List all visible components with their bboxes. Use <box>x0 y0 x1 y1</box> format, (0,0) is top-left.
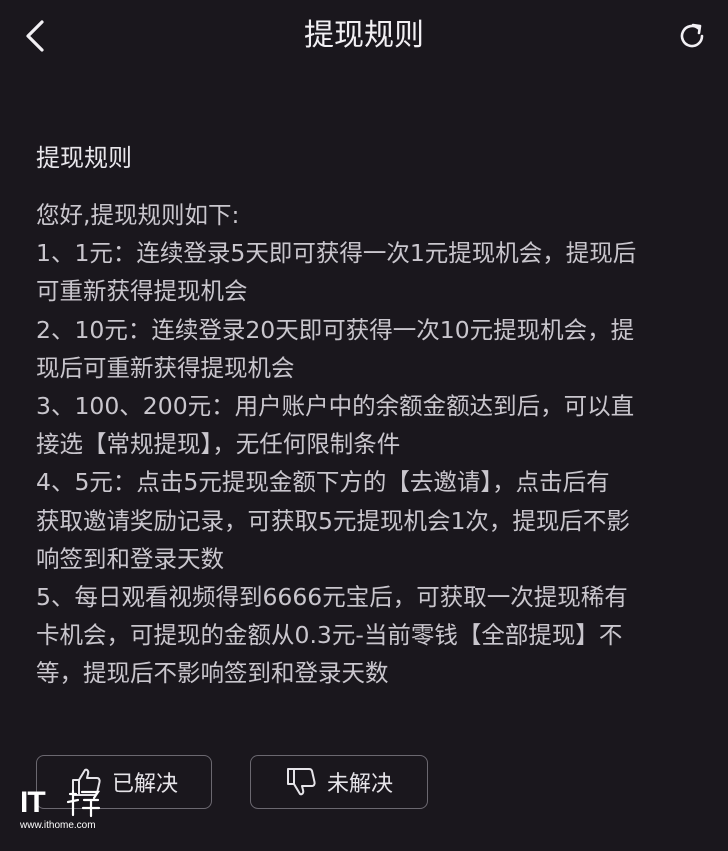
top-bar: 提现规则 <box>0 0 728 78</box>
section-title: 提现规则 <box>36 144 132 172</box>
resolved-label: 已解决 <box>111 772 178 797</box>
rules-line: 接选【常规提现】，无任何限制条件 <box>36 430 401 459</box>
page-title: 提现规则 <box>304 18 424 53</box>
rules-line: 响签到和登录天数 <box>36 544 224 573</box>
watermark-url: www.ithome.com <box>20 820 96 831</box>
rules-line: 可重新获得提现机会 <box>36 277 248 306</box>
rules-content: 提现规则 您好,提现规则如下: 1、1元：连续登录5天即可获得一次1元提现机会，… <box>36 138 708 693</box>
rules-line: 1、1元：连续登录5天即可获得一次1元提现机会，提现后 <box>36 239 637 268</box>
rules-line: 现后可重新获得提现机会 <box>36 353 295 382</box>
rules-line: 2、10元：连续登录20天即可获得一次10元提现机会，提 <box>36 315 635 344</box>
rules-line: 3、100、200元：用户账户中的余额金额达到后，可以直 <box>36 392 635 421</box>
rules-text: 您好,提现规则如下: 1、1元：连续登录5天即可获得一次1元提现机会，提现后 可… <box>36 196 708 693</box>
rules-line: 您好,提现规则如下: <box>36 201 240 229</box>
watermark-glyph-icon <box>66 789 101 818</box>
rules-line: 等，提现后不影响签到和登录天数 <box>36 659 389 688</box>
rules-line: 4、5元：点击5元提现金额下方的【去邀请】，点击后有 <box>36 468 610 497</box>
unresolved-label: 未解决 <box>326 772 393 797</box>
watermark-logo: IT <box>20 786 46 819</box>
unresolved-button[interactable]: 未解决 <box>250 755 428 809</box>
rules-line: 5、每日观看视频得到6666元宝后，可获取一次提现稀有 <box>36 583 628 612</box>
refresh-button[interactable] <box>674 18 710 54</box>
refresh-icon <box>680 23 704 48</box>
rules-line: 卡机会，可提现的金额从0.3元-当前零钱【全部提现】不 <box>36 621 623 650</box>
ithome-watermark: IT www.ithome.com <box>20 786 110 836</box>
thumbs-down-icon <box>286 768 316 796</box>
rules-line: 获取邀请奖励记录，可获取5元提现机会1次，提现后不影 <box>36 506 630 535</box>
